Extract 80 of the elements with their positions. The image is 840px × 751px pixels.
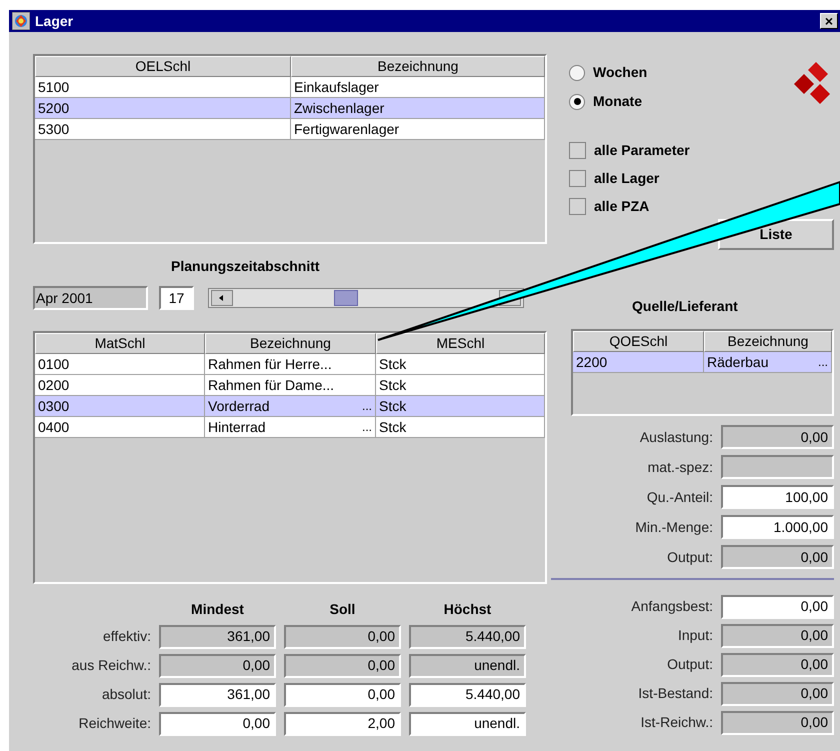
- table-cell-text: Vorderrad: [208, 396, 270, 416]
- table-cell-text: Stck: [379, 418, 406, 436]
- table-cell-text: Fertigwarenlager: [294, 120, 400, 139]
- column-header[interactable]: MatSchl: [35, 333, 205, 354]
- scroll-left-icon[interactable]: [211, 290, 233, 306]
- table-row[interactable]: 0400 Hinterrad ... Stck: [35, 417, 545, 438]
- more-button[interactable]: ...: [818, 353, 828, 371]
- checkbox-option[interactable]: alle Parameter: [569, 140, 690, 161]
- number-field[interactable]: unendl.: [409, 712, 526, 736]
- number-field[interactable]: 5.440,00: [409, 682, 526, 706]
- field-label: Reichweite:: [78, 714, 151, 733]
- period-field: Apr 2001: [33, 286, 148, 310]
- field-label: mat.-spez:: [646, 458, 713, 477]
- column-label: Höchst: [442, 600, 492, 619]
- field-label: effektiv:: [102, 627, 151, 646]
- table-row[interactable]: 0100 Rahmen für Herre... Stck: [35, 354, 545, 375]
- more-button[interactable]: ...: [362, 397, 372, 415]
- radio-option[interactable]: Wochen: [569, 62, 648, 83]
- column-header[interactable]: Bezeichnung: [205, 333, 376, 354]
- logo-icon: [792, 60, 832, 104]
- table-cell-text: 5100: [38, 78, 70, 96]
- field-label: Min.-Menge:: [634, 518, 713, 537]
- scrollbar[interactable]: [208, 288, 524, 308]
- column-header[interactable]: MESchl: [376, 333, 545, 354]
- section-title: Quelle/Lieferant: [632, 297, 739, 316]
- column-header[interactable]: Bezeichnung: [704, 331, 832, 352]
- table-cell-text: 0400: [38, 418, 70, 436]
- number-field[interactable]: 0,00: [284, 682, 401, 706]
- table-row[interactable]: 0200 Rahmen für Dame... Stck: [35, 375, 545, 396]
- radio-option[interactable]: Monate: [569, 91, 642, 112]
- number-field[interactable]: 0,00: [159, 712, 276, 736]
- field-label: Ist-Reichw.:: [640, 713, 713, 732]
- table-cell-text: 0200: [38, 376, 70, 394]
- column-header[interactable]: QOESchl: [573, 331, 704, 352]
- close-button[interactable]: ×: [820, 13, 838, 29]
- table-cell-text: Rahmen für Herre...: [208, 354, 332, 374]
- field-label: Auslastung:: [638, 428, 713, 447]
- more-button[interactable]: ...: [362, 418, 372, 436]
- number-field[interactable]: 2,00: [284, 712, 401, 736]
- field-label: absolut:: [100, 685, 151, 704]
- table-cell-text: 0300: [38, 396, 70, 416]
- table-cell-text: Einkaufslager: [294, 78, 379, 97]
- field-label: Output:: [666, 655, 713, 674]
- checkbox-option[interactable]: alle PZA: [569, 196, 650, 217]
- table-cell-text: 5200: [38, 98, 70, 118]
- window-title: Lager: [35, 12, 74, 31]
- period-number-field[interactable]: 17: [159, 286, 194, 310]
- column-label: Soll: [328, 600, 356, 619]
- checkbox-option[interactable]: alle Lager: [569, 168, 660, 189]
- table-cell-text: Stck: [379, 396, 406, 416]
- table-cell-text: Zwischenlager: [294, 98, 384, 118]
- section-title: Planungszeitabschnitt: [171, 257, 321, 276]
- column-label: Mindest: [190, 600, 245, 619]
- number-field[interactable]: 100,00: [721, 485, 834, 509]
- field-label: aus Reichw.:: [70, 656, 151, 675]
- field-label: Ist-Bestand:: [637, 684, 713, 703]
- table-row[interactable]: 2200 Räderbau ...: [573, 352, 832, 373]
- table-cell-text: 2200: [576, 352, 608, 372]
- table-cell-text: Hinterrad: [208, 418, 266, 436]
- column-header[interactable]: OELSchl: [35, 56, 291, 77]
- table-row[interactable]: 5100 Einkaufslager: [35, 77, 545, 98]
- column-header[interactable]: Bezeichnung: [291, 56, 545, 77]
- field-label: Anfangsbest:: [630, 597, 713, 616]
- field-label: Output:: [666, 548, 713, 567]
- table-cell-text: Stck: [379, 376, 406, 394]
- number-field[interactable]: 1.000,00: [721, 515, 834, 539]
- table-cell-text: 0100: [38, 354, 70, 374]
- field-label: Qu.-Anteil:: [646, 488, 713, 507]
- app-icon: [12, 12, 30, 30]
- scroll-thumb[interactable]: [334, 290, 358, 306]
- table-row[interactable]: 5200 Zwischenlager: [35, 98, 545, 119]
- table-row[interactable]: 0300 Vorderrad ... Stck: [35, 396, 545, 417]
- field-label: Input:: [676, 626, 713, 645]
- table-cell-text: Räderbau: [707, 352, 768, 372]
- table-cell-text: Rahmen für Dame...: [208, 376, 334, 394]
- table-cell-text: Stck: [379, 354, 406, 374]
- table-row[interactable]: 5300 Fertigwarenlager: [35, 119, 545, 140]
- table-cell-text: 5300: [38, 120, 70, 138]
- number-field[interactable]: 361,00: [159, 682, 276, 706]
- number-field[interactable]: 0,00: [721, 594, 834, 618]
